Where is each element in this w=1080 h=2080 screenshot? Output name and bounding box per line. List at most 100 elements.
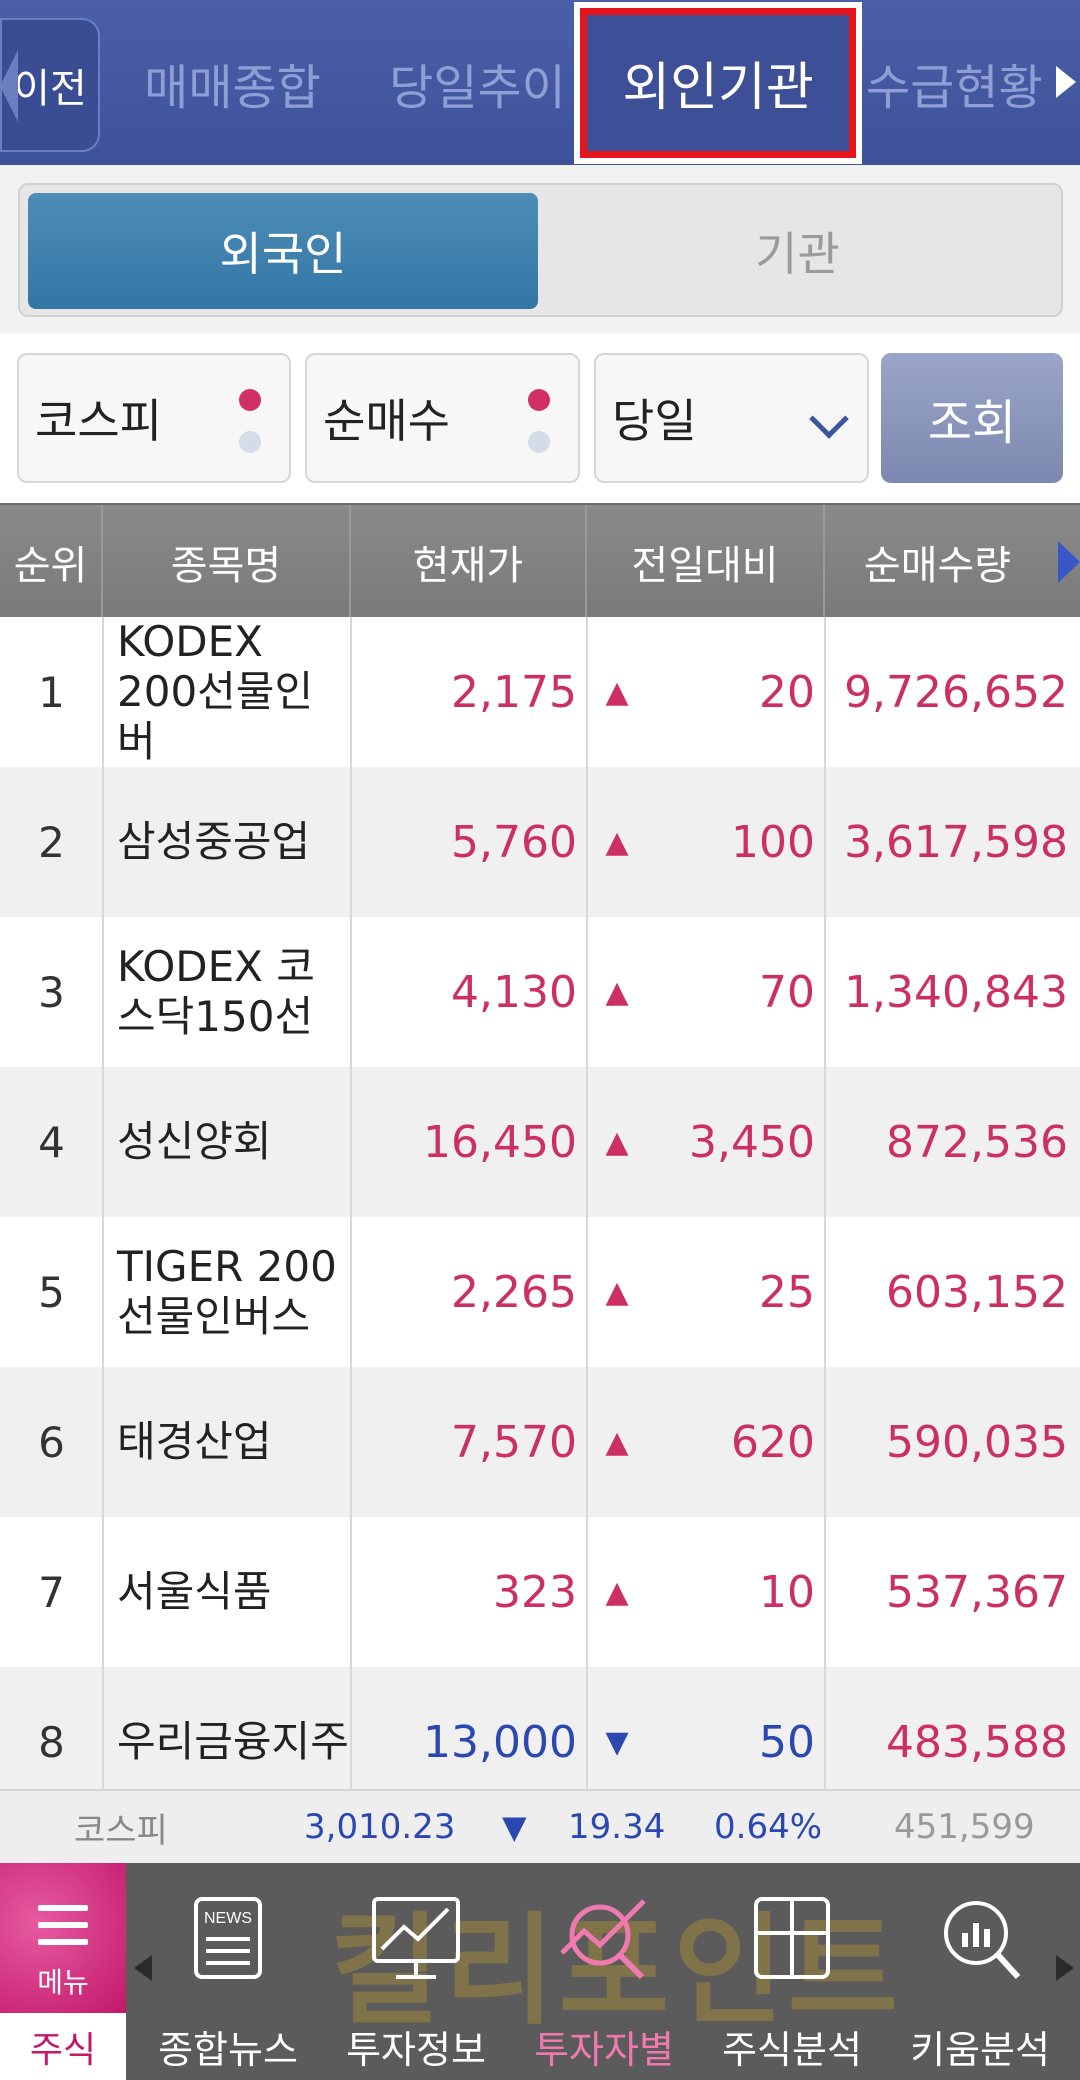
change-cell: 620 <box>731 1416 815 1468</box>
table-row[interactable]: 8 우리금융지주 13,000 ▼ 50 483,588 <box>0 1667 1080 1789</box>
stock-name-cell: 태경산업 <box>117 1417 272 1466</box>
price-cell: 13,000 <box>423 1716 577 1768</box>
period-label: 당일 <box>612 394 697 448</box>
segment-foreign[interactable]: 외국인 <box>28 193 538 309</box>
nav-stock-analysis[interactable]: 주식분석 <box>702 1863 882 2080</box>
change-cell: 50 <box>759 1716 815 1768</box>
tab-trade-summary[interactable]: 매매종합 <box>120 0 345 165</box>
up-triangle-icon: ▲ <box>605 1274 629 1310</box>
table-header: 순위 종목명 현재가 전일대비 순매수량 <box>0 503 1080 619</box>
market-label: 코스피 <box>35 394 162 448</box>
segment-institution[interactable]: 기관 <box>540 193 1055 309</box>
top-tab-bar: 이전 매매종합 당일추이 외인기관 수급현황 <box>0 0 1080 165</box>
net-volume-cell: 483,588 <box>886 1716 1068 1768</box>
index-change: 19.34 <box>568 1807 666 1847</box>
stock-name-cell: 우리금융지주 <box>117 1717 349 1766</box>
price-cell: 323 <box>493 1566 577 1618</box>
table-row[interactable]: 5 TIGER 200선물인버스 2,265 ▲ 25 603,152 <box>0 1217 1080 1367</box>
table-row[interactable]: 3 KODEX 코스닥150선 4,130 ▲ 70 1,340,843 <box>0 917 1080 1067</box>
filter-bar: 코스피 순매수 당일 조회 <box>0 333 1080 503</box>
table-row[interactable]: 1 KODEX 200선물인버 2,175 ▲ 20 9,726,652 <box>0 617 1080 767</box>
price-cell: 2,175 <box>451 666 577 718</box>
column-divider <box>824 617 826 1789</box>
tabs-right-arrow-icon[interactable] <box>1056 66 1076 98</box>
index-value: 3,010.23 <box>304 1807 456 1847</box>
nav-kiwoom-analysis-label: 키움분석 <box>910 2028 1050 2072</box>
menu-button[interactable]: 메뉴 <box>0 1863 126 2013</box>
rank-cell: 1 <box>38 667 65 717</box>
index-percent: 0.64% <box>714 1807 823 1847</box>
toggle-dot-off-icon <box>239 431 261 453</box>
trade-type-label: 순매수 <box>323 394 450 448</box>
up-triangle-icon: ▲ <box>605 1124 629 1160</box>
change-cell: 100 <box>731 816 815 868</box>
index-volume: 451,599 <box>894 1807 1035 1847</box>
index-down-icon: ▼ <box>502 1808 527 1846</box>
nav-by-investor-label: 투자자별 <box>534 2028 674 2072</box>
col-name[interactable]: 종목명 <box>103 505 351 619</box>
table-row[interactable]: 2 삼성중공업 5,760 ▲ 100 3,617,598 <box>0 767 1080 917</box>
price-cell: 4,130 <box>451 966 577 1018</box>
investor-segment-area: 외국인 기관 <box>0 165 1080 333</box>
nav-right-arrow-icon[interactable] <box>1056 1955 1074 1981</box>
nav-news[interactable]: NEWS 종합뉴스 <box>138 1863 318 2080</box>
price-cell: 5,760 <box>451 816 577 868</box>
chart-monitor-icon <box>372 1897 460 1979</box>
change-cell: 20 <box>759 666 815 718</box>
nav-stock-tab[interactable]: 주식 <box>0 2013 126 2080</box>
nav-kiwoom-analysis[interactable]: 키움분석 <box>890 1863 1070 2080</box>
market-toggle[interactable]: 코스피 <box>17 353 291 483</box>
table-row[interactable]: 4 성신양회 16,450 ▲ 3,450 872,536 <box>0 1067 1080 1217</box>
rank-cell: 4 <box>38 1117 65 1167</box>
col-rank[interactable]: 순위 <box>0 505 103 619</box>
index-ticker[interactable]: 코스피 3,010.23 ▼ 19.34 0.64% 451,599 <box>0 1789 1080 1863</box>
nav-invest-info[interactable]: 투자정보 <box>326 1863 506 2080</box>
col-net-volume[interactable]: 순매수량 <box>825 505 1080 619</box>
price-cell: 16,450 <box>423 1116 577 1168</box>
table-row[interactable]: 6 태경산업 7,570 ▲ 620 590,035 <box>0 1367 1080 1517</box>
rank-cell: 8 <box>38 1717 65 1767</box>
period-select[interactable]: 당일 <box>594 353 869 483</box>
stock-name-cell: 성신양회 <box>117 1117 272 1166</box>
price-cell: 2,265 <box>451 1266 577 1318</box>
trade-type-toggle[interactable]: 순매수 <box>305 353 580 483</box>
hamburger-icon <box>38 1905 88 1956</box>
nav-by-investor[interactable]: 투자자별 <box>514 1863 694 2080</box>
rank-cell: 3 <box>38 967 65 1017</box>
tab-supply-status[interactable]: 수급현황 <box>866 0 1066 165</box>
toggle-dot-on-icon <box>239 389 261 411</box>
index-name: 코스피 <box>74 1810 168 1851</box>
change-cell: 70 <box>759 966 815 1018</box>
chevron-down-icon <box>809 399 849 439</box>
net-volume-cell: 9,726,652 <box>844 666 1068 718</box>
net-volume-cell: 872,536 <box>886 1116 1068 1168</box>
toggle-dot-on-icon <box>528 389 550 411</box>
grid-panel-icon <box>754 1897 830 1979</box>
magnifier-chart-icon <box>560 1899 646 1980</box>
stock-name-cell: KODEX 코스닥150선 <box>117 942 315 1041</box>
back-button[interactable]: 이전 <box>0 18 100 152</box>
net-volume-cell: 603,152 <box>886 1266 1068 1318</box>
up-triangle-icon: ▲ <box>605 824 629 860</box>
news-icon: NEWS <box>194 1897 262 1979</box>
magnifier-bars-icon <box>944 1901 1021 1980</box>
nav-stock-analysis-label: 주식분석 <box>722 2028 862 2072</box>
change-cell: 25 <box>759 1266 815 1318</box>
col-price[interactable]: 현재가 <box>351 505 587 619</box>
tab-foreign-institution[interactable]: 외인기관 <box>580 0 856 165</box>
up-triangle-icon: ▲ <box>605 674 629 710</box>
stock-name-cell: 서울식품 <box>117 1567 272 1616</box>
query-button[interactable]: 조회 <box>881 353 1063 483</box>
svg-text:NEWS: NEWS <box>204 1910 252 1927</box>
down-triangle-icon: ▼ <box>605 1724 629 1760</box>
col-change[interactable]: 전일대비 <box>587 505 825 619</box>
stock-name-cell: TIGER 200선물인버스 <box>117 1242 337 1341</box>
stock-name-cell: 삼성중공업 <box>117 817 311 866</box>
column-divider <box>350 617 352 1789</box>
net-volume-cell: 590,035 <box>886 1416 1068 1468</box>
investor-segment: 외국인 기관 <box>18 183 1063 317</box>
table-row[interactable]: 7 서울식품 323 ▲ 10 537,367 <box>0 1517 1080 1667</box>
up-triangle-icon: ▲ <box>605 974 629 1010</box>
columns-right-arrow-icon[interactable] <box>1058 541 1080 583</box>
tab-daily-trend[interactable]: 당일추이 <box>365 0 590 165</box>
